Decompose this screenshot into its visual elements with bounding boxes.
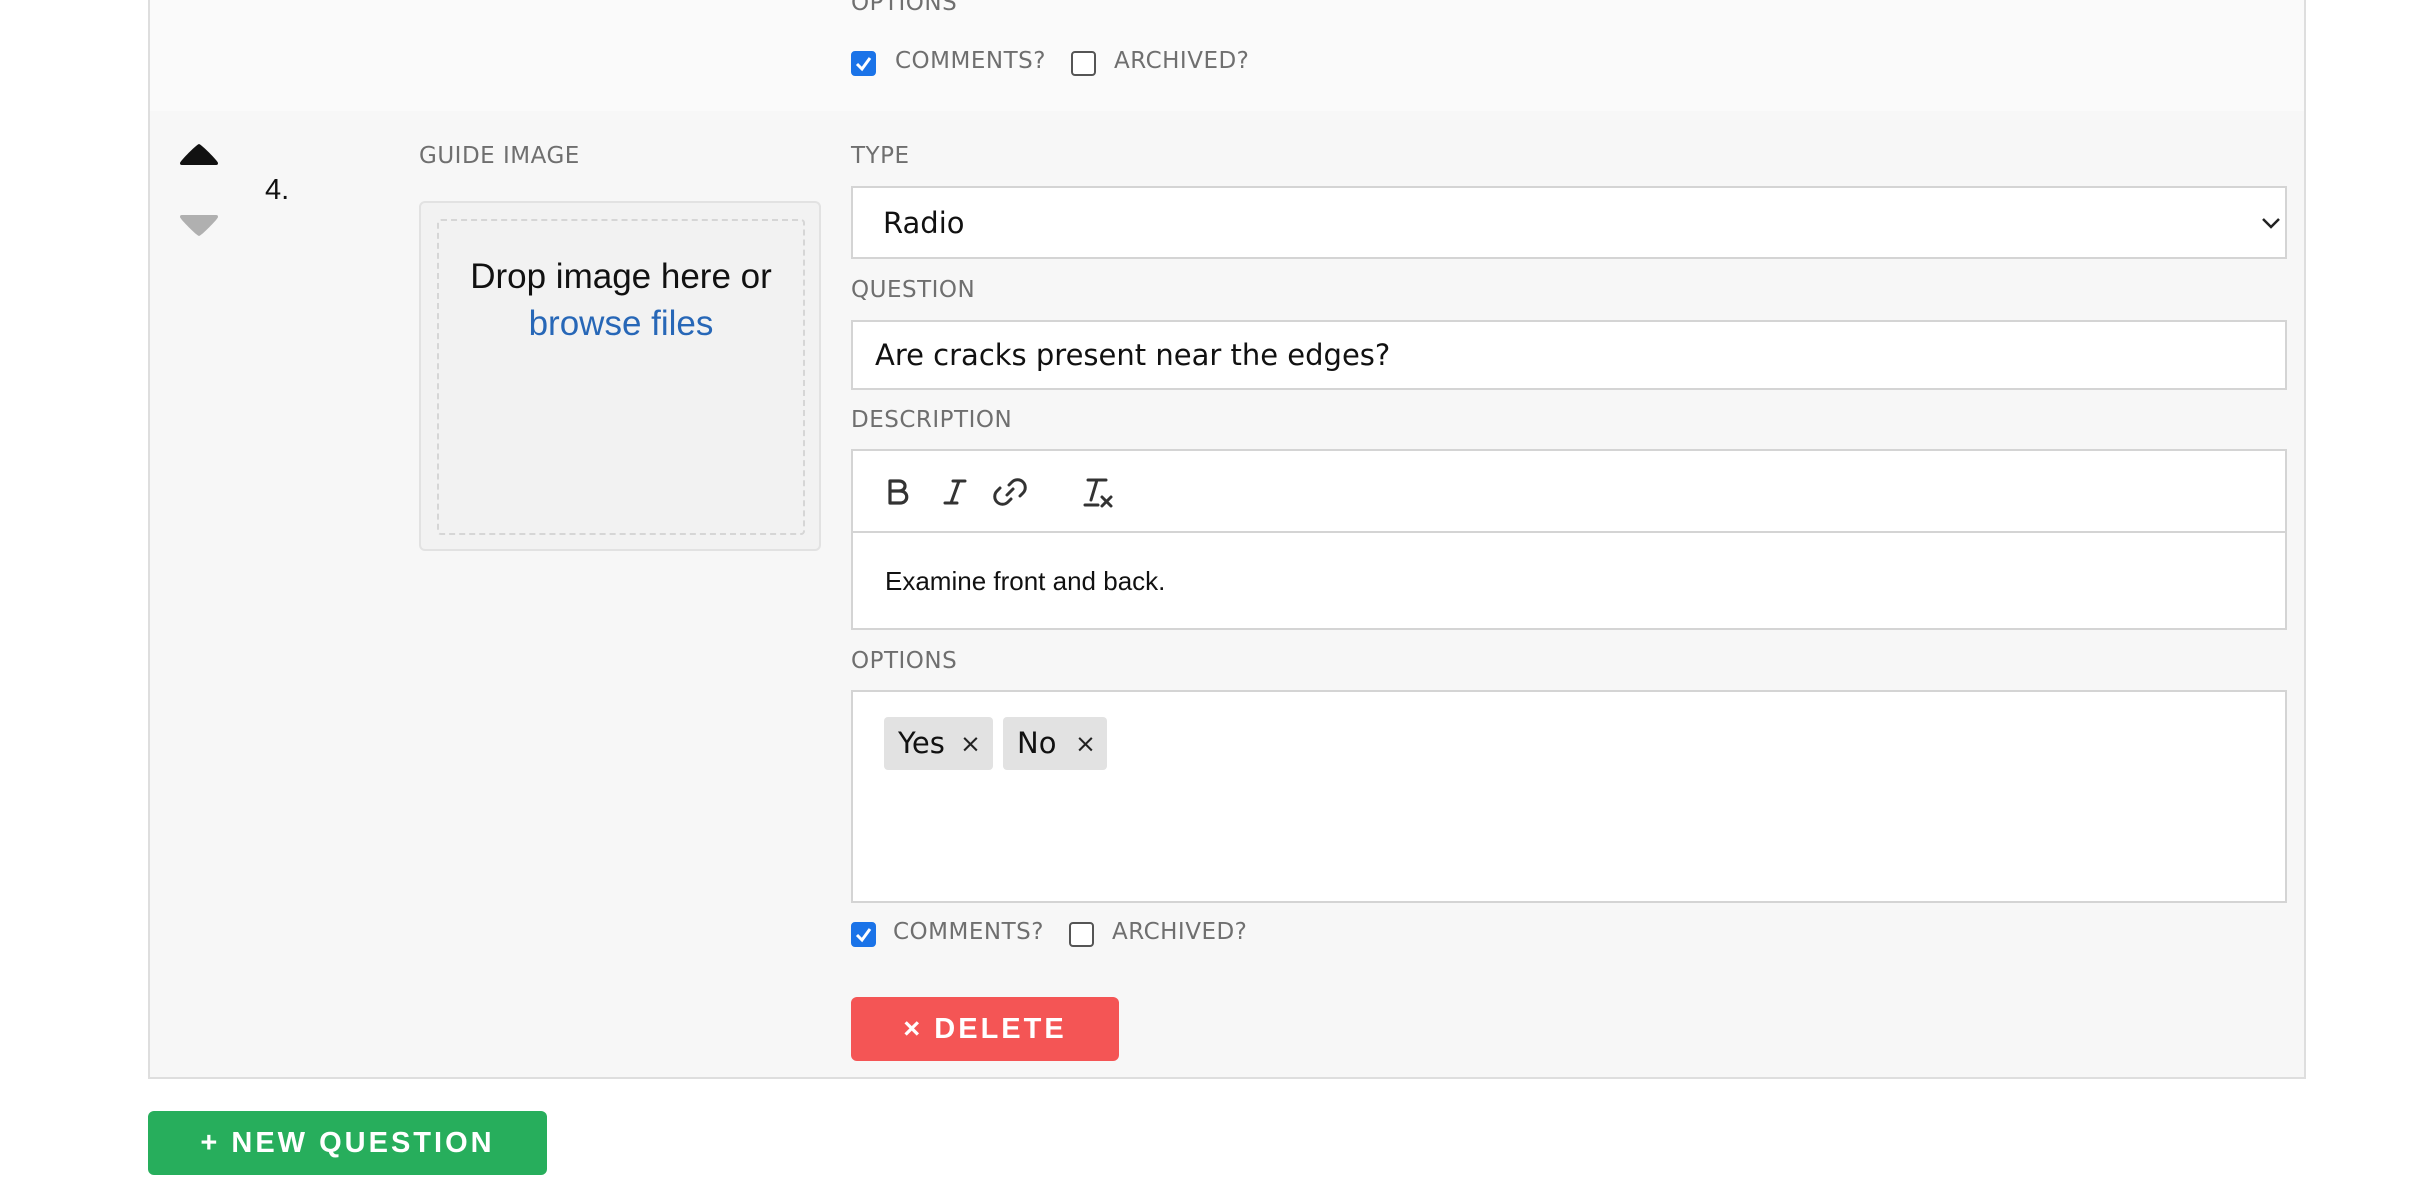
dropzone-inner: Drop image here or browse files	[437, 219, 805, 535]
description-label: DESCRIPTION	[851, 407, 1013, 433]
question-number: 4.	[265, 174, 290, 206]
delete-button[interactable]: × DELETE	[851, 997, 1119, 1061]
triangle-down-icon[interactable]	[178, 213, 220, 238]
description-toolbar	[851, 449, 2287, 532]
browse-files-link[interactable]: browse files	[439, 300, 803, 347]
option-tag-label: Yes	[898, 726, 945, 760]
option-tag-no: No ×	[1003, 717, 1107, 770]
link-icon[interactable]	[992, 474, 1028, 510]
comments-label: COMMENTS?	[895, 48, 1046, 74]
remove-tag-icon[interactable]: ×	[1075, 717, 1096, 770]
comments-label: COMMENTS?	[893, 919, 1044, 945]
guide-image-label: GUIDE IMAGE	[419, 143, 580, 169]
type-label: TYPE	[851, 143, 910, 169]
archived-label: ARCHIVED?	[1114, 48, 1250, 74]
chevron-down-icon	[2262, 218, 2280, 229]
type-value: Radio	[883, 206, 965, 240]
bold-icon[interactable]	[880, 474, 916, 510]
question-input[interactable]: Are cracks present near the edges?	[851, 320, 2287, 390]
check-icon	[855, 57, 872, 72]
triangle-up-icon[interactable]	[178, 142, 220, 167]
comments-checkbox[interactable]	[851, 922, 876, 947]
new-question-button[interactable]: + NEW QUESTION	[148, 1111, 547, 1175]
option-tag-label: No	[1017, 726, 1057, 760]
options-label: OPTIONS	[851, 0, 958, 16]
question-label: QUESTION	[851, 277, 976, 303]
comments-checkbox[interactable]	[851, 51, 876, 76]
archived-checkbox[interactable]	[1071, 51, 1096, 76]
drop-text: Drop image here or	[470, 257, 772, 296]
clear-format-icon[interactable]	[1080, 474, 1116, 510]
type-select[interactable]: Radio	[851, 186, 2287, 259]
archived-label: ARCHIVED?	[1112, 919, 1248, 945]
check-icon	[855, 928, 872, 943]
question-input-value: Are cracks present near the edges?	[875, 338, 1391, 372]
description-editor[interactable]: Examine front and back.	[851, 531, 2287, 630]
previous-question-card: OPTIONS COMMENTS? ARCHIVED?	[148, 0, 2306, 111]
description-text: Examine front and back.	[885, 566, 1166, 596]
archived-checkbox[interactable]	[1069, 922, 1094, 947]
option-tag-yes: Yes ×	[884, 717, 993, 770]
image-dropzone[interactable]: Drop image here or browse files	[419, 201, 821, 551]
remove-tag-icon[interactable]: ×	[960, 717, 981, 770]
italic-icon[interactable]	[937, 474, 973, 510]
options-label: OPTIONS	[851, 648, 958, 674]
